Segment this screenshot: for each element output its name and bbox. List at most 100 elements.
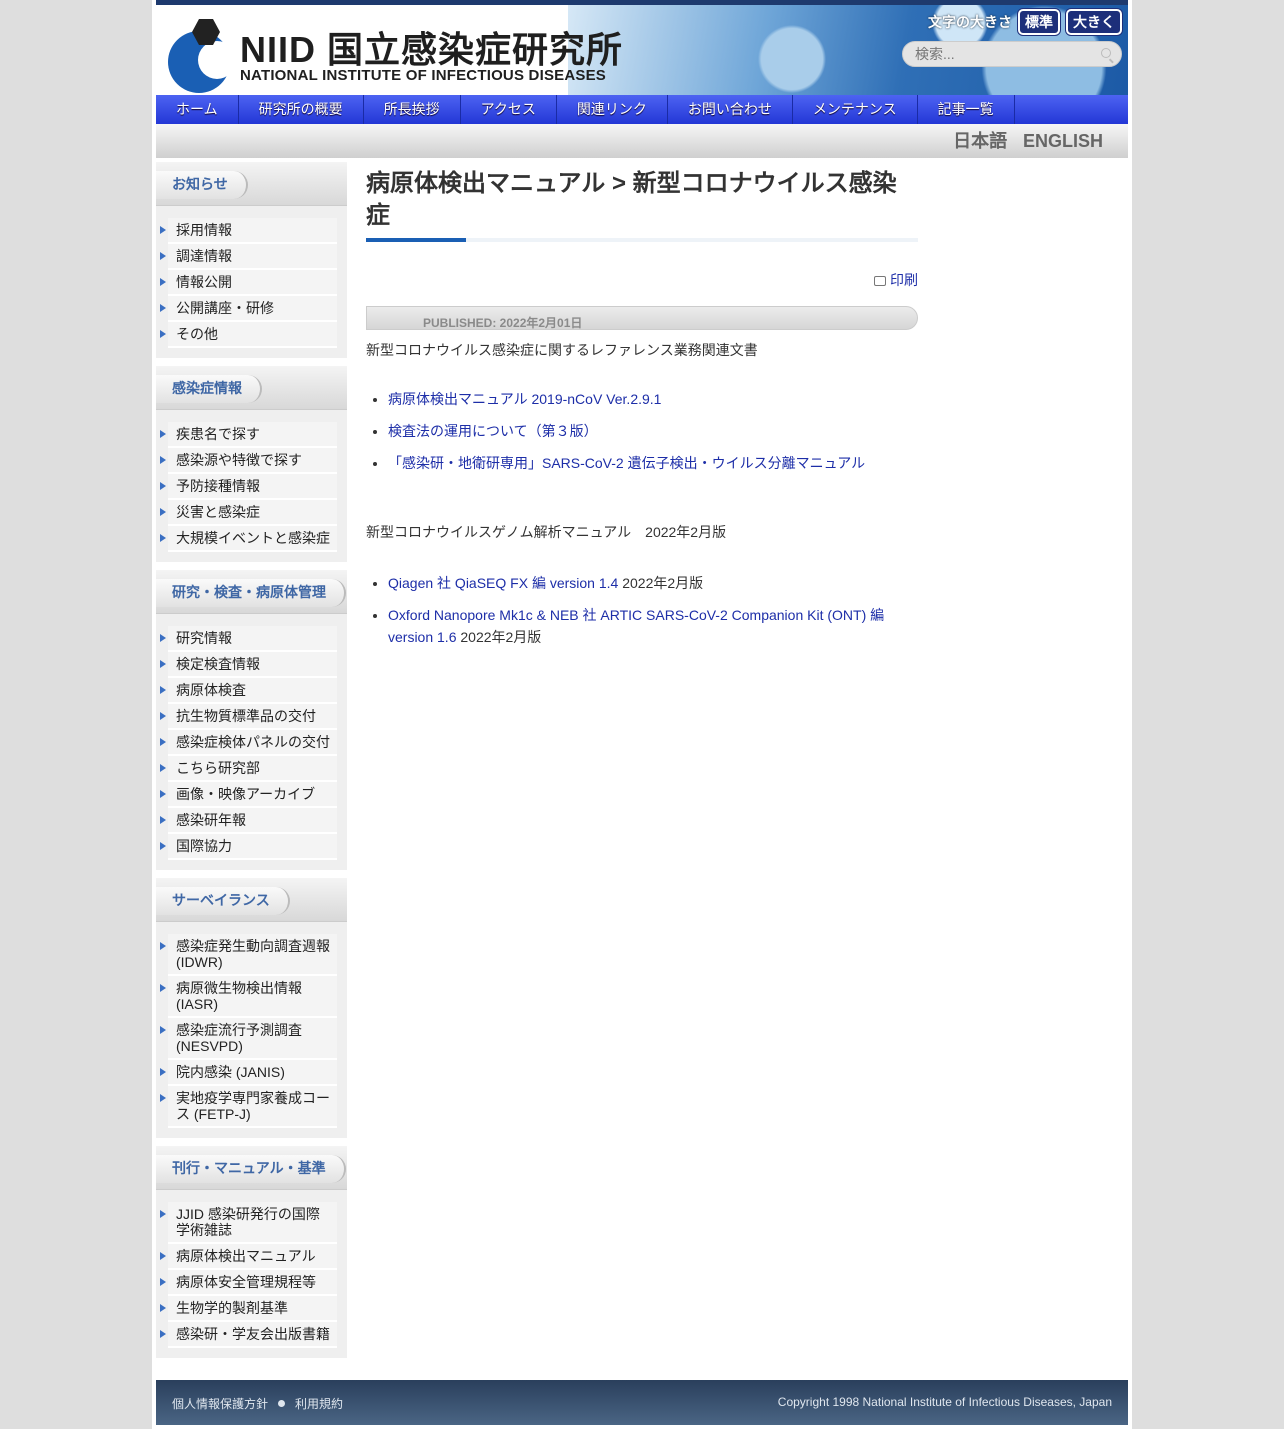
document-version-date: 2022年2月版 xyxy=(618,575,704,591)
copyright: Copyright 1998 National Institute of Inf… xyxy=(777,1395,1112,1409)
sidebar-item[interactable]: 予防接種情報 xyxy=(160,474,337,500)
sidebar-section-header: 感染症情報 xyxy=(156,366,347,410)
sidebar-section: サーベイランス感染症発生動向調査週報 (IDWR) 病原微生物検出情報 (IASR… xyxy=(156,878,347,1138)
document-link[interactable]: Qiagen 社 QiaSEQ FX 編 version 1.4 xyxy=(388,575,618,591)
main-content: 病原体検出マニュアル > 新型コロナウイルス感染症 印刷 PUBLISHED: … xyxy=(366,162,918,658)
font-size-label: 文字の大きさ xyxy=(928,14,1012,30)
sidebar-section-title: サーベイランス xyxy=(156,887,290,915)
list-item: Oxford Nanopore Mk1c & NEB 社 ARTIC SARS-… xyxy=(388,604,918,648)
sidebar-item[interactable]: 実地疫学専門家養成コース (FETP-J) xyxy=(160,1086,337,1128)
document-link[interactable]: 検査法の運用について（第３版） xyxy=(388,423,598,439)
sidebar-section-title: お知らせ xyxy=(156,171,248,199)
nav-item-greeting[interactable]: 所長挨拶 xyxy=(364,95,461,124)
terms-link[interactable]: 利用規約 xyxy=(295,1397,343,1411)
sidebar-item[interactable]: 国際協力 xyxy=(160,834,337,860)
reference-links-list: 病原体検出マニュアル 2019-nCoV Ver.2.9.1 検査法の運用について… xyxy=(388,388,918,474)
sidebar-list: 研究情報 検定検査情報 病原体検査 抗生物質標準品の交付 感染症検体パネルの交付 こちら研… xyxy=(156,614,347,860)
search-box xyxy=(902,41,1122,67)
intro-text: 新型コロナウイルス感染症に関するレファレンス業務関連文書 xyxy=(366,342,758,358)
sidebar-section-header: サーベイランス xyxy=(156,878,347,922)
genome-manual-heading: 新型コロナウイルスゲノム解析マニュアル 2022年2月版 xyxy=(366,524,727,540)
site-logo[interactable]: NIID 国立感染症研究所 NATIONAL INSTITUTE OF INFE… xyxy=(168,17,622,93)
site-header: NIID 国立感染症研究所 NATIONAL INSTITUTE OF INFE… xyxy=(156,0,1128,95)
sidebar-section: お知らせ採用情報 調達情報 情報公開 公開講座・研修 その他 xyxy=(156,162,347,358)
print-link-row: 印刷 xyxy=(366,270,918,290)
sidebar-section-header: 刊行・マニュアル・基準 xyxy=(156,1146,347,1190)
published-date-bar: PUBLISHED: 2022年2月01日 xyxy=(366,306,918,330)
list-item: Qiagen 社 QiaSEQ FX 編 version 1.4 2022年2月… xyxy=(388,572,918,594)
sidebar-item[interactable]: 研究情報 xyxy=(160,626,337,652)
sidebar-item[interactable]: 検定検査情報 xyxy=(160,652,337,678)
sidebar-item[interactable]: 院内感染 (JANIS) xyxy=(160,1060,337,1086)
sidebar-item[interactable]: 病原微生物検出情報 (IASR) xyxy=(160,976,337,1018)
sidebar-item[interactable]: 災害と感染症 xyxy=(160,500,337,526)
logo-subtitle: NATIONAL INSTITUTE OF INFECTIOUS DISEASE… xyxy=(240,67,606,84)
sidebar-section-title: 刊行・マニュアル・基準 xyxy=(156,1155,346,1183)
sidebar-item[interactable]: その他 xyxy=(160,322,337,348)
sidebar-item[interactable]: 抗生物質標準品の交付 xyxy=(160,704,337,730)
genome-links-list: Qiagen 社 QiaSEQ FX 編 version 1.4 2022年2月… xyxy=(388,572,918,648)
nav-item-maintenance[interactable]: メンテナンス xyxy=(793,95,918,124)
print-icon[interactable] xyxy=(874,276,886,286)
separator-dot-icon xyxy=(278,1400,286,1407)
sidebar-item[interactable]: 病原体安全管理規程等 xyxy=(160,1270,337,1296)
font-size-controls: 文字の大きさ 標準 大きく xyxy=(928,9,1122,35)
site-footer: 個人情報保護方針 利用規約 Copyright 1998 National Ins… xyxy=(156,1380,1128,1425)
sidebar-list: 疾患名で探す 感染源や特徴で探す 予防接種情報 災害と感染症 大規模イベントと感染症 xyxy=(156,410,347,552)
sidebar-item[interactable]: 疾患名で探す xyxy=(160,422,337,448)
sidebar-section: 感染症情報疾患名で探す 感染源や特徴で探す 予防接種情報 災害と感染症 大規模イベントと… xyxy=(156,366,347,562)
font-large-button[interactable]: 大きく xyxy=(1066,9,1122,35)
page-wrapper: NIID 国立感染症研究所 NATIONAL INSTITUTE OF INFE… xyxy=(152,0,1132,1429)
list-item: 検査法の運用について（第３版） xyxy=(388,420,918,442)
nav-item-access[interactable]: アクセス xyxy=(461,95,557,124)
lang-english-link[interactable]: ENGLISH xyxy=(1023,131,1103,151)
sidebar-item[interactable]: 採用情報 xyxy=(160,218,337,244)
sidebar-item[interactable]: 大規模イベントと感染症 xyxy=(160,526,337,552)
sidebar-item[interactable]: 感染研年報 xyxy=(160,808,337,834)
print-link[interactable]: 印刷 xyxy=(890,272,918,288)
document-link[interactable]: 病原体検出マニュアル 2019-nCoV Ver.2.9.1 xyxy=(388,391,661,407)
sidebar-item[interactable]: 調達情報 xyxy=(160,244,337,270)
page-title: 病原体検出マニュアル > 新型コロナウイルス感染症 xyxy=(366,170,897,229)
sidebar-item[interactable]: 病原体検査 xyxy=(160,678,337,704)
logo-name: NIID 国立感染症研究所 xyxy=(240,29,624,70)
sidebar-section-title: 感染症情報 xyxy=(156,375,262,403)
sidebar-section: 研究・検査・病原体管理 研究情報 検定検査情報 病原体検査 抗生物質標準品の交付 感染症検… xyxy=(156,570,347,870)
sidebar-item[interactable]: 感染症発生動向調査週報 (IDWR) xyxy=(160,934,337,976)
nav-item-about[interactable]: 研究所の概要 xyxy=(239,95,364,124)
search-input[interactable] xyxy=(915,42,1095,66)
sidebar-item[interactable]: JJID 感染研発行の国際学術雑誌 xyxy=(160,1202,337,1244)
sidebar-item[interactable]: 感染源や特徴で探す xyxy=(160,448,337,474)
privacy-policy-link[interactable]: 個人情報保護方針 xyxy=(172,1397,268,1411)
sidebar-section-header: お知らせ xyxy=(156,162,347,206)
nav-item-home[interactable]: ホーム xyxy=(156,95,239,124)
sidebar-item[interactable]: 感染症流行予測調査 (NESVPD) xyxy=(160,1018,337,1060)
nav-item-articles[interactable]: 記事一覧 xyxy=(918,95,1015,124)
sidebar-list: 採用情報 調達情報 情報公開 公開講座・研修 その他 xyxy=(156,206,347,348)
nav-item-links[interactable]: 関連リンク xyxy=(557,95,668,124)
sidebar-section-header: 研究・検査・病原体管理 xyxy=(156,570,347,614)
main-nav: ホーム 研究所の概要 所長挨拶 アクセス 関連リンク お問い合わせ メンテナンス… xyxy=(156,95,1128,124)
language-bar: 日本語 ENGLISH xyxy=(156,124,1128,158)
sidebar-list: JJID 感染研発行の国際学術雑誌 病原体検出マニュアル 病原体安全管理規程等 生物学… xyxy=(156,1190,347,1348)
sidebar-item[interactable]: 病原体検出マニュアル xyxy=(160,1244,337,1270)
sidebar-section-title: 研究・検査・病原体管理 xyxy=(156,579,346,607)
nav-item-contact[interactable]: お問い合わせ xyxy=(668,95,793,124)
title-underline xyxy=(366,238,918,242)
sidebar: お知らせ採用情報 調達情報 情報公開 公開講座・研修 その他感染症情報疾患名で探す 感染源… xyxy=(156,162,347,1366)
document-link[interactable]: 「感染研・地衛研専用」SARS-CoV-2 遺伝子検出・ウイルス分離マニュアル xyxy=(388,455,865,471)
sidebar-section: 刊行・マニュアル・基準 JJID 感染研発行の国際学術雑誌 病原体検出マニュアル 病原… xyxy=(156,1146,347,1358)
footer-links: 個人情報保護方針 利用規約 xyxy=(172,1395,343,1412)
sidebar-item[interactable]: 画像・映像アーカイブ xyxy=(160,782,337,808)
sidebar-item[interactable]: 情報公開 xyxy=(160,270,337,296)
lang-japanese-link[interactable]: 日本語 xyxy=(953,131,1007,151)
sidebar-item[interactable]: 感染研・学友会出版書籍 xyxy=(160,1322,337,1348)
sidebar-item[interactable]: こちら研究部 xyxy=(160,756,337,782)
sidebar-item[interactable]: 生物学的製剤基準 xyxy=(160,1296,337,1322)
search-icon[interactable] xyxy=(1101,48,1111,58)
sidebar-item[interactable]: 公開講座・研修 xyxy=(160,296,337,322)
list-item: 「感染研・地衛研専用」SARS-CoV-2 遺伝子検出・ウイルス分離マニュアル xyxy=(388,452,918,474)
list-item: 病原体検出マニュアル 2019-nCoV Ver.2.9.1 xyxy=(388,388,918,410)
sidebar-item[interactable]: 感染症検体パネルの交付 xyxy=(160,730,337,756)
font-standard-button[interactable]: 標準 xyxy=(1018,9,1060,35)
